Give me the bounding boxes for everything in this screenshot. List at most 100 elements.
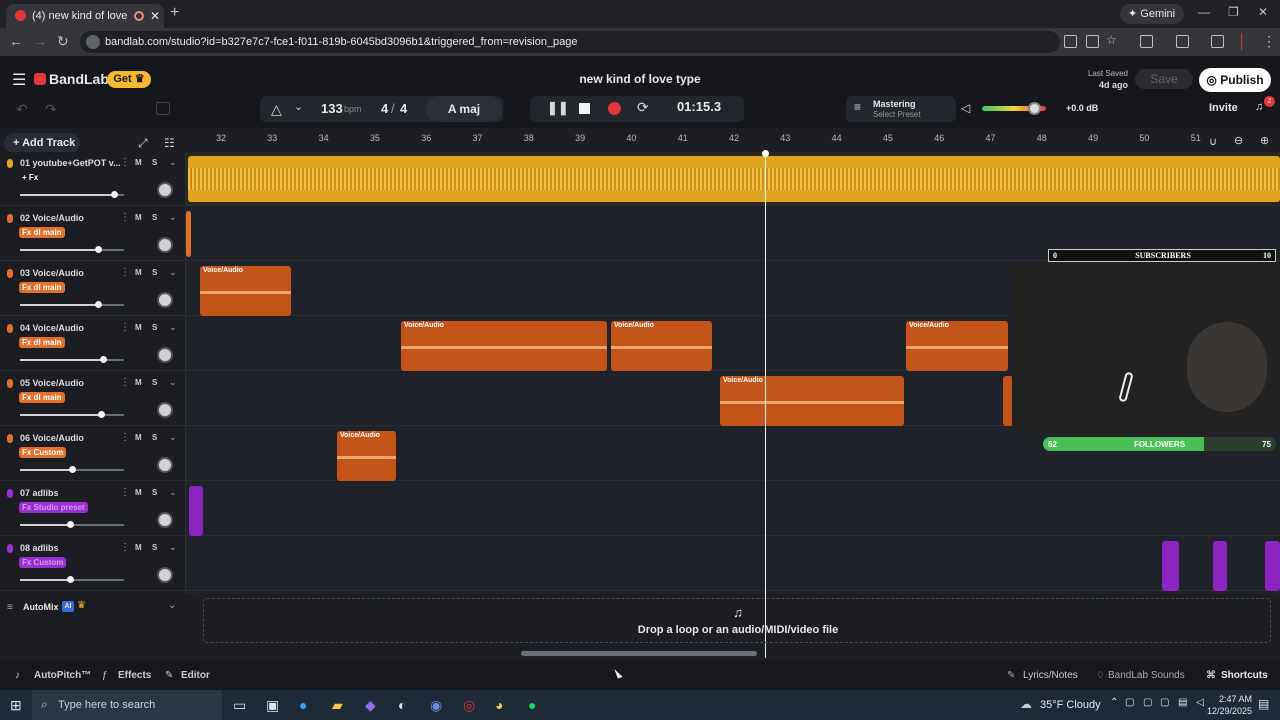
automix-row[interactable]: ≡ AutoMix AI ♛ ⌄ (0, 596, 186, 620)
project-title[interactable]: new kind of love type (540, 72, 740, 86)
track-menu-icon[interactable]: ⋮ (120, 377, 130, 388)
pan-knob[interactable] (157, 402, 173, 418)
track-menu-icon[interactable]: ⋮ (120, 542, 130, 553)
lane-01[interactable] (186, 152, 1280, 206)
bookmark-star-icon[interactable]: ☆ (1106, 33, 1117, 47)
mute-button[interactable]: M (135, 543, 142, 552)
track-menu-icon[interactable]: ⋮ (120, 322, 130, 333)
browser-menu-icon[interactable]: ⋮ (1262, 33, 1276, 50)
midi-clip[interactable] (1162, 541, 1179, 591)
volume-knob[interactable] (100, 356, 108, 363)
solo-button[interactable]: S (152, 433, 157, 442)
solo-button[interactable]: S (152, 488, 157, 497)
clock-time[interactable]: 2:47 AM (1200, 694, 1252, 704)
bpm-value[interactable]: 133 (321, 101, 343, 116)
master-mute-icon[interactable]: ◁ (961, 101, 970, 115)
fx-button[interactable]: Fx dl main (19, 337, 65, 348)
track-menu-icon[interactable]: ⋮ (120, 432, 130, 443)
lane-07[interactable] (186, 482, 1280, 536)
volume-knob[interactable] (110, 191, 118, 198)
track-header[interactable]: 02 Voice/Audio ⋮ M S ⌄ Fx dl main (0, 207, 186, 261)
mastering-button[interactable]: ≡ Mastering Select Preset (846, 96, 956, 122)
track-name[interactable]: 07 adlibs (20, 488, 59, 498)
mute-button[interactable]: M (135, 433, 142, 442)
key-selector[interactable]: A maj (426, 96, 502, 122)
track-settings-icon[interactable]: ☷ (164, 136, 175, 150)
fx-button[interactable]: Fx Custom (19, 447, 67, 458)
back-icon[interactable]: ← (9, 33, 23, 49)
spotify-icon[interactable]: ● (528, 697, 536, 713)
add-track-button[interactable]: + Add Track (4, 133, 80, 153)
audio-clip[interactable] (186, 211, 191, 257)
audio-clip[interactable]: Voice/Audio (401, 321, 607, 371)
loop-icon[interactable]: ⟳ (637, 99, 649, 116)
snap-magnet-icon[interactable]: ∪ (1209, 135, 1217, 148)
edge-icon[interactable]: ● (299, 697, 307, 713)
browser-tab[interactable]: (4) new kind of love type - ✕ (6, 4, 164, 28)
publish-button[interactable]: ◎ Publish (1199, 68, 1271, 92)
track-menu-icon[interactable]: ⋮ (120, 212, 130, 223)
audio-clip[interactable]: Voice/Audio (337, 431, 396, 481)
track-expand-icon[interactable]: ⌄ (169, 157, 177, 168)
midi-clip[interactable] (189, 486, 203, 536)
time-sig-den[interactable]: 4 (400, 101, 407, 116)
effects-button[interactable]: Effects (118, 670, 151, 681)
playhead-handle[interactable] (762, 150, 769, 157)
metronome-icon[interactable]: △ (271, 101, 282, 118)
new-tab-icon[interactable]: + (170, 4, 179, 22)
volume-knob[interactable] (98, 411, 106, 418)
fx-button[interactable]: + Fx (19, 172, 41, 183)
audio-clip[interactable] (188, 156, 1280, 202)
horizontal-scrollbar[interactable] (521, 651, 757, 656)
track-name[interactable]: 06 Voice/Audio (20, 433, 84, 443)
mute-button[interactable]: M (135, 213, 142, 222)
track-header[interactable]: 08 adlibs ⋮ M S ⌄ Fx Custom (0, 537, 186, 591)
notification-center-icon[interactable]: ▤ (1258, 697, 1269, 711)
audio-clip[interactable]: Voice/Audio (611, 321, 712, 371)
pan-knob[interactable] (157, 347, 173, 363)
zoom-out-icon[interactable]: ⊖ (1234, 134, 1243, 147)
track-header[interactable]: 03 Voice/Audio ⋮ M S ⌄ Fx dl main (0, 262, 186, 316)
track-expand-icon[interactable]: ⌄ (169, 487, 177, 498)
stop-icon[interactable] (579, 103, 590, 114)
pause-icon[interactable]: ❚❚ (547, 100, 569, 116)
task-view-icon[interactable]: ▭ (233, 697, 246, 714)
windows-start-icon[interactable]: ⊞ (10, 697, 22, 714)
pan-knob[interactable] (157, 567, 173, 583)
shortcuts-button[interactable]: Shortcuts (1221, 670, 1268, 681)
media-icon[interactable] (1211, 35, 1224, 48)
fx-button[interactable]: Fx Studio preset (19, 502, 88, 513)
copilot-icon[interactable]: ◆ (365, 697, 376, 714)
tray-icon-3[interactable]: ▢ (1160, 697, 1169, 708)
track-expand-icon[interactable]: ⌄ (169, 322, 177, 333)
tray-icon-2[interactable]: ▢ (1143, 697, 1152, 708)
track-header[interactable]: 04 Voice/Audio ⋮ M S ⌄ Fx dl main (0, 317, 186, 371)
obs-icon[interactable]: ◎ (463, 697, 475, 714)
site-info-icon[interactable] (86, 35, 100, 49)
get-membership-button[interactable]: Get ♛ (107, 71, 151, 88)
autopitch-button[interactable]: AutoPitch™ (34, 670, 91, 681)
mute-button[interactable]: M (135, 158, 142, 167)
audio-clip[interactable]: Voice/Audio (720, 376, 904, 426)
track-name[interactable]: 03 Voice/Audio (20, 268, 84, 278)
playhead-time[interactable]: 01:15.3 (668, 99, 730, 114)
track-expand-icon[interactable]: ⌄ (169, 267, 177, 278)
hamburger-menu-icon[interactable]: ☰ (12, 70, 26, 90)
volume-knob[interactable] (95, 301, 102, 308)
volume-knob[interactable] (66, 521, 74, 528)
solo-button[interactable]: S (152, 158, 157, 167)
lyrics-button[interactable]: Lyrics/Notes (1023, 670, 1078, 681)
solo-button[interactable]: S (152, 543, 157, 552)
master-volume-slider[interactable] (982, 102, 1046, 115)
tray-expand-icon[interactable]: ⌃ (1110, 697, 1118, 708)
sidebar-icon[interactable] (1176, 35, 1189, 48)
solo-button[interactable]: S (152, 323, 157, 332)
taskbar-search[interactable]: ⌕ Type here to search (32, 690, 222, 720)
mute-button[interactable]: M (135, 323, 142, 332)
solo-button[interactable]: S (152, 268, 157, 277)
time-sig-num[interactable]: 4 (381, 101, 388, 116)
fx-button[interactable]: Fx dl main (19, 392, 65, 403)
track-name[interactable]: 08 adlibs (20, 543, 59, 553)
playhead[interactable] (765, 152, 766, 658)
metronome-dropdown-icon[interactable]: ⌄ (294, 100, 303, 113)
